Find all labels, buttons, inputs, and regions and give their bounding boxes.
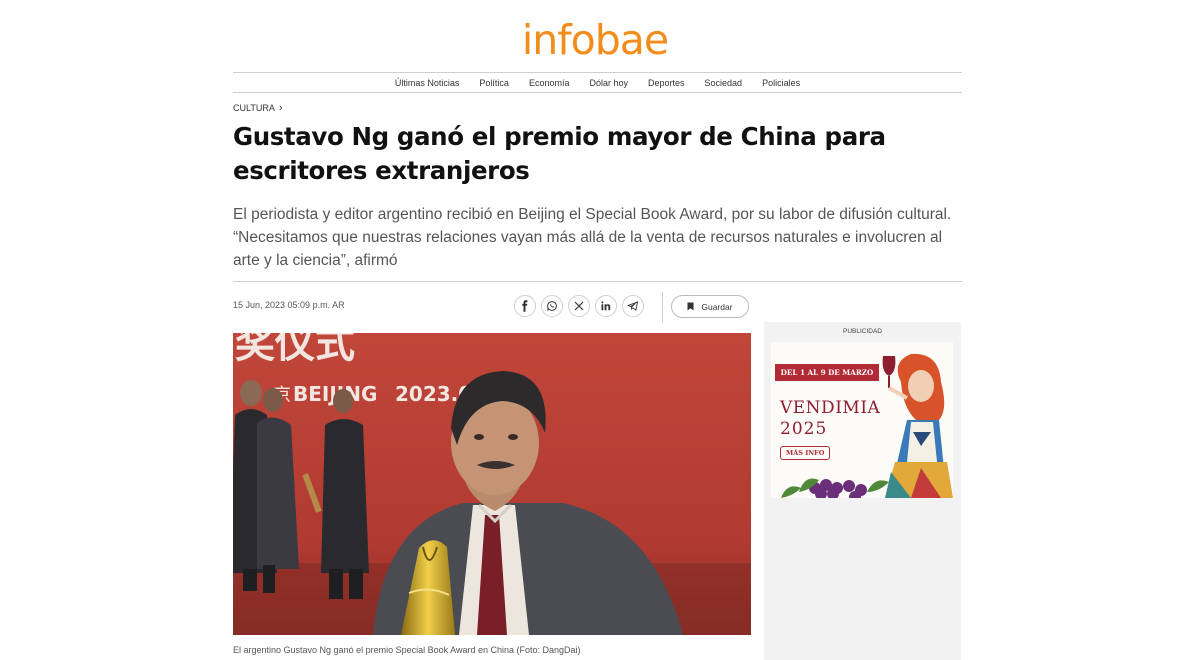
divider	[233, 281, 962, 282]
chevron-right-icon: ›	[278, 102, 283, 114]
nav-item-deportes[interactable]: Deportes	[648, 78, 685, 88]
infobae-logo[interactable]: infobae	[0, 14, 1190, 66]
share-bar	[514, 295, 644, 317]
save-label: Guardar	[701, 301, 733, 312]
main-nav: Últimas Noticias Política Economía Dólar…	[233, 72, 962, 93]
telegram-icon[interactable]	[622, 295, 644, 317]
whatsapp-icon[interactable]	[541, 295, 563, 317]
ad-dates: DEL 1 AL 9 DE MARZO	[775, 364, 879, 381]
nav-item-dolar-hoy[interactable]: Dólar hoy	[589, 78, 628, 88]
nav-item-economia[interactable]: Economía	[529, 78, 570, 88]
breadcrumb[interactable]: CULTURA ›	[233, 102, 283, 114]
nav-item-policiales[interactable]: Policiales	[762, 78, 800, 88]
article-photo[interactable]: 奖仪式 京 BEIJING 2023.0	[233, 333, 751, 635]
ad-cta-button[interactable]: MÁS INFO	[780, 446, 831, 460]
x-icon[interactable]	[568, 295, 590, 317]
save-button[interactable]: Guardar	[671, 295, 749, 318]
divider	[662, 292, 663, 322]
vendimia-ad[interactable]: DEL 1 AL 9 DE MARZO VENDIMIA 2025 MÁS IN…	[771, 342, 953, 498]
photo-caption: El argentino Gustavo Ng ganó el premio S…	[233, 645, 581, 655]
nav-item-politica[interactable]: Política	[479, 78, 509, 88]
sidebar: PUBLICIDAD DEL 1 AL 9 DE MARZO VENDIMIA …	[764, 322, 961, 660]
backdrop-chars: 奖仪式	[235, 333, 355, 367]
nav-item-sociedad[interactable]: Sociedad	[705, 78, 743, 88]
section-label[interactable]: CULTURA	[233, 103, 275, 113]
bookmark-icon	[687, 302, 694, 311]
linkedin-icon[interactable]	[595, 295, 617, 317]
article-subtitle: El periodista y editor argentino recibió…	[233, 206, 952, 269]
award-ceremony-image: 奖仪式 京 BEIJING 2023.0	[233, 333, 751, 635]
publish-date: 15 Jun, 2023 05:09 p.m. AR	[233, 300, 345, 310]
article-title: Gustavo Ng ganó el premio mayor de China…	[233, 122, 886, 185]
ad-year: 2025	[780, 419, 828, 439]
facebook-icon[interactable]	[514, 295, 536, 317]
ad-title: VENDIMIA	[780, 398, 881, 418]
nav-item-ultimas-noticias[interactable]: Últimas Noticias	[395, 78, 460, 88]
ad-label: PUBLICIDAD	[842, 328, 882, 335]
